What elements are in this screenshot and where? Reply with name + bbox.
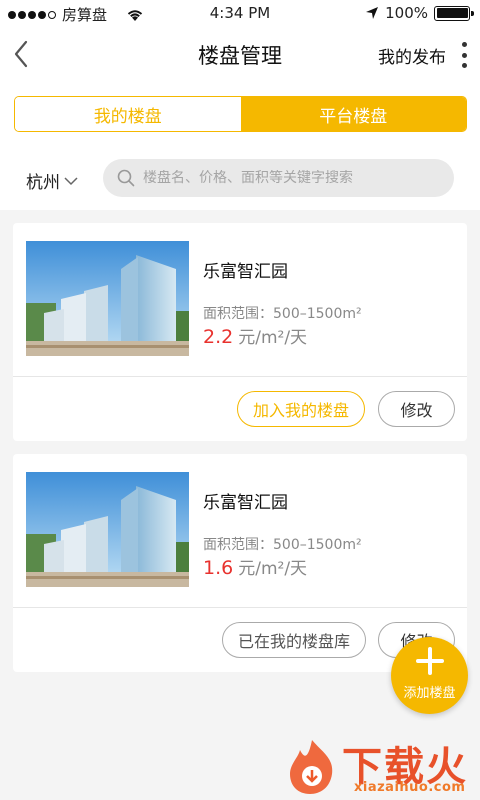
- site-watermark: 下载火 xiazaihuo.com: [270, 732, 480, 800]
- more-options-icon[interactable]: [462, 42, 468, 68]
- add-building-label: 添加楼盘: [403, 686, 456, 701]
- search-bar[interactable]: [103, 159, 454, 197]
- status-bar: 房算盘 4:34 PM 100%: [0, 0, 480, 26]
- location-arrow-icon: [366, 7, 379, 19]
- price: 1.6 元/m²/天: [203, 554, 307, 579]
- price-value: 2.2: [203, 326, 234, 348]
- building-photo: [26, 472, 189, 587]
- search-icon: [117, 169, 135, 187]
- tab-my-buildings[interactable]: 我的楼盘: [15, 97, 241, 131]
- battery-icon: [434, 5, 474, 21]
- filter-section: 我的楼盘 平台楼盘 杭州: [0, 82, 480, 210]
- building-name: 乐富智汇园: [203, 262, 288, 282]
- divider: [13, 376, 467, 377]
- flame-logo-icon: [290, 740, 333, 794]
- chevron-down-icon: [64, 176, 78, 185]
- area-range: 面积范围：500–1500m²: [203, 537, 362, 553]
- already-added-button[interactable]: 已在我的楼盘库: [222, 622, 366, 658]
- price-value: 1.6: [203, 557, 234, 579]
- building-name: 乐富智汇园: [203, 493, 288, 513]
- price-unit: 元/m²/天: [238, 559, 308, 579]
- divider: [13, 607, 467, 608]
- listing-card[interactable]: 乐富智汇园 面积范围：500–1500m² 2.2 元/m²/天 加入我的楼盘 …: [13, 223, 467, 441]
- search-input[interactable]: [143, 170, 443, 186]
- segmented-tabs: 我的楼盘 平台楼盘: [14, 96, 467, 132]
- price: 2.2 元/m²/天: [203, 323, 307, 348]
- my-posts-link[interactable]: 我的发布: [378, 43, 446, 68]
- edit-button[interactable]: 修改: [378, 391, 455, 427]
- listing-card[interactable]: 乐富智汇园 面积范围：500–1500m² 1.6 元/m²/天 已在我的楼盘库…: [13, 454, 467, 672]
- price-unit: 元/m²/天: [238, 328, 308, 348]
- area-range: 面积范围：500–1500m²: [203, 306, 362, 322]
- battery-percent: 100%: [385, 4, 428, 22]
- watermark-url: xiazaihuo.com: [354, 780, 466, 795]
- tab-platform-buildings[interactable]: 平台楼盘: [240, 97, 466, 131]
- city-label: 杭州: [26, 173, 60, 193]
- plus-icon: [415, 647, 444, 675]
- building-photo: [26, 241, 189, 356]
- add-building-fab[interactable]: 添加楼盘: [391, 637, 468, 714]
- add-to-my-buildings-button[interactable]: 加入我的楼盘: [237, 391, 365, 427]
- city-selector[interactable]: 杭州: [26, 168, 78, 193]
- nav-bar: 楼盘管理 我的发布: [0, 26, 480, 82]
